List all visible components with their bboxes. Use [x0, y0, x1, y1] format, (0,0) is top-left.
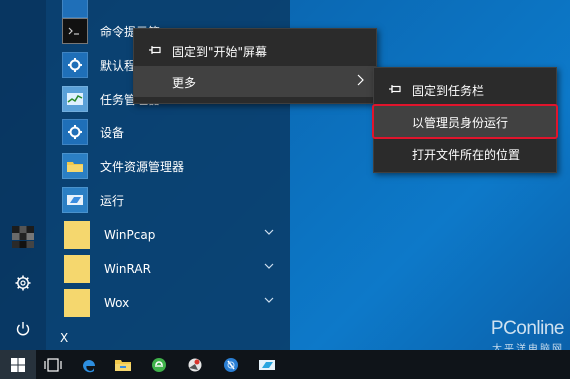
edge-button[interactable]: [72, 350, 106, 379]
file-explorer-icon: [115, 359, 131, 371]
open-file-location-item[interactable]: 打开文件所在的位置: [374, 138, 556, 169]
file-explorer-button[interactable]: [106, 350, 140, 379]
list-item-devices[interactable]: 设备: [62, 115, 288, 149]
chevron-down-icon[interactable]: [264, 296, 274, 304]
settings-button[interactable]: [0, 265, 46, 301]
gear-icon: [62, 119, 88, 145]
task-view-icon: [44, 357, 62, 372]
app-label: 设备: [100, 125, 125, 140]
windows-start-icon: [11, 357, 25, 372]
section-letter[interactable]: X: [60, 331, 68, 345]
app-label: Wox: [104, 296, 130, 310]
menu-item-label: 固定到任务栏: [412, 84, 485, 98]
list-item-run[interactable]: 运行: [62, 183, 288, 217]
list-item-winrar[interactable]: WinRAR: [62, 252, 288, 286]
menu-item-label: 打开文件所在的位置: [412, 148, 521, 162]
task-view-button[interactable]: [36, 350, 70, 379]
user-avatar[interactable]: [0, 219, 46, 255]
chevron-down-icon[interactable]: [264, 262, 274, 270]
pin-to-taskbar-item[interactable]: 固定到任务栏: [374, 74, 556, 105]
start-button[interactable]: [0, 350, 36, 379]
folder-icon: [64, 289, 90, 317]
app-green-button[interactable]: [142, 350, 176, 379]
context-menu: 固定到"开始"屏幕 更多: [133, 28, 377, 104]
folder-explorer-icon: [62, 153, 88, 179]
pin-icon: [389, 85, 401, 93]
run-icon: [62, 187, 88, 213]
more-item[interactable]: 更多: [134, 66, 376, 97]
app-cyan-button[interactable]: [250, 350, 284, 379]
app-blue-button[interactable]: [214, 350, 248, 379]
highlight-annotation: [372, 104, 558, 139]
task-manager-icon: [62, 86, 88, 112]
app-blue-icon: [224, 357, 238, 372]
gear-icon: [15, 275, 31, 291]
power-icon: [16, 322, 30, 336]
list-item-winpcap[interactable]: WinPcap: [62, 218, 288, 252]
pin-icon: [149, 46, 161, 54]
app-green-icon: [152, 357, 166, 372]
avatar: [12, 226, 34, 248]
power-button[interactable]: [0, 311, 46, 347]
list-item-file-explorer[interactable]: 文件资源管理器: [62, 149, 288, 183]
app-label: WinRAR: [104, 262, 151, 276]
list-item-wox[interactable]: Wox: [62, 286, 288, 320]
app-red-button[interactable]: [178, 350, 212, 379]
app-label: 文件资源管理器: [100, 159, 185, 174]
app-label: WinPcap: [104, 228, 156, 242]
taskbar: [0, 350, 570, 379]
start-menu-rail: [0, 0, 46, 350]
folder-icon: [64, 221, 90, 249]
menu-item-label: 更多: [172, 76, 197, 90]
pin-to-start-item[interactable]: 固定到"开始"屏幕: [134, 35, 376, 66]
chevron-right-icon: [357, 74, 364, 86]
app-cyan-icon: [259, 359, 275, 370]
chevron-down-icon[interactable]: [264, 228, 274, 236]
cmd-icon: [62, 18, 88, 44]
app-red-icon: [188, 358, 202, 371]
folder-icon: [64, 255, 90, 283]
gear-icon: [62, 52, 88, 78]
menu-item-label: 固定到"开始"屏幕: [172, 45, 268, 59]
edge-icon: [83, 359, 95, 372]
app-label: 运行: [100, 193, 125, 208]
watermark-brand: PConline: [490, 318, 565, 339]
